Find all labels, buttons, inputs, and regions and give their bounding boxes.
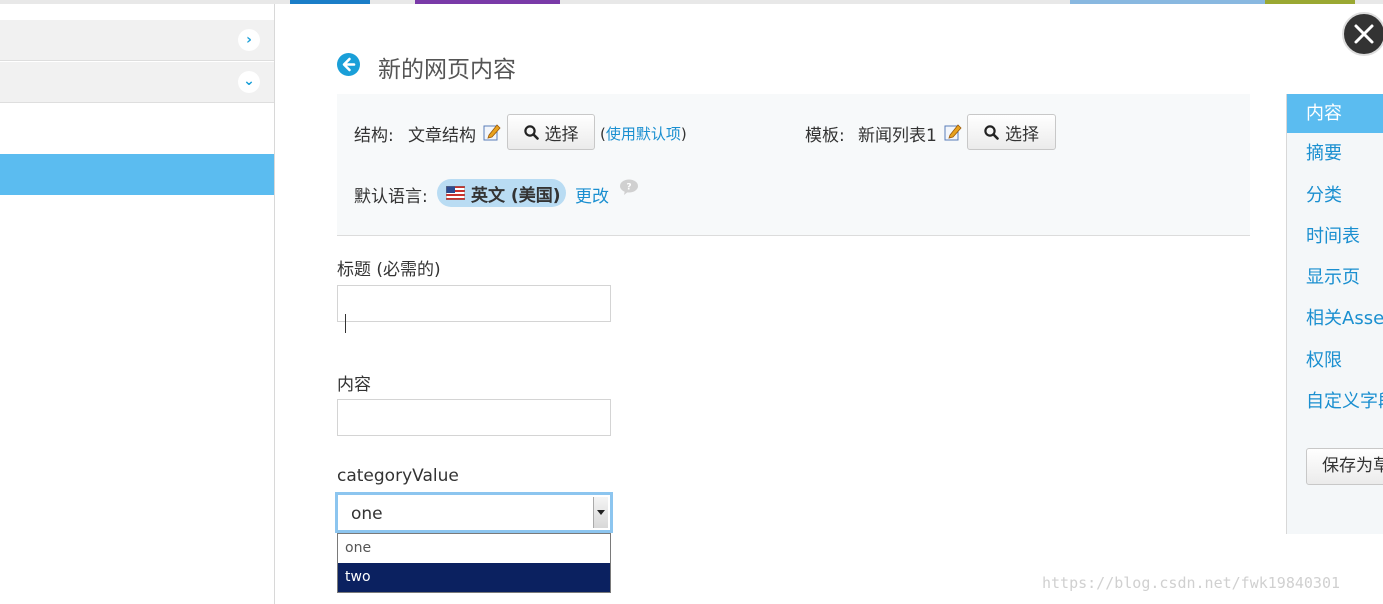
save-draft-button[interactable]: 保存为草稿 bbox=[1306, 448, 1383, 485]
dropdown-option[interactable]: one bbox=[338, 534, 610, 563]
search-icon bbox=[984, 124, 999, 140]
close-icon bbox=[1354, 24, 1374, 44]
language-label: 默认语言: bbox=[354, 187, 428, 207]
left-sidebar: › ⌄ bbox=[0, 4, 275, 604]
dropdown-arrow-icon[interactable] bbox=[593, 497, 608, 528]
page-title: 新的网页内容 bbox=[378, 57, 516, 83]
close-button[interactable] bbox=[1342, 12, 1383, 56]
category-selected-value: one bbox=[351, 504, 383, 524]
language-badge: 英文 (美国) bbox=[437, 179, 566, 207]
chevron-right-icon[interactable]: › bbox=[238, 29, 260, 51]
language-value: 英文 (美国) bbox=[471, 185, 561, 206]
nav-item-custom-fields[interactable]: 自定义字段 bbox=[1287, 382, 1383, 421]
nav-item-display-page[interactable]: 显示页 bbox=[1287, 258, 1383, 297]
nav-item-schedule[interactable]: 时间表 bbox=[1287, 217, 1383, 256]
change-language-link[interactable]: 更改 bbox=[575, 182, 609, 207]
structure-value: 文章结构 bbox=[408, 126, 476, 146]
template-select-button[interactable]: 选择 bbox=[967, 114, 1056, 150]
edit-structure-icon[interactable] bbox=[483, 123, 501, 141]
category-select[interactable]: one bbox=[335, 492, 613, 533]
search-icon bbox=[523, 124, 539, 140]
dropdown-option-highlighted[interactable]: two bbox=[338, 563, 610, 592]
title-input[interactable] bbox=[337, 285, 611, 322]
nav-item-summary[interactable]: 摘要 bbox=[1287, 134, 1383, 173]
sidebar-selected-item[interactable] bbox=[0, 154, 274, 195]
template-label: 模板: bbox=[805, 126, 845, 146]
template-select-label: 选择 bbox=[1005, 124, 1039, 145]
sidebar-expanded-row[interactable]: ⌄ bbox=[0, 62, 274, 103]
chevron-down-icon[interactable]: ⌄ bbox=[238, 71, 260, 93]
structure-select-button[interactable]: 选择 bbox=[507, 114, 595, 150]
category-dropdown-list: one two bbox=[337, 533, 611, 593]
settings-box bbox=[337, 94, 1250, 236]
svg-text:?: ? bbox=[626, 183, 631, 193]
us-flag-icon bbox=[446, 186, 465, 200]
paren-close: ) bbox=[680, 125, 687, 143]
title-label: 标题 (必需的) bbox=[337, 260, 441, 280]
watermark: https://blog.csdn.net/fwk19840301 bbox=[1042, 574, 1341, 592]
help-bubble-icon[interactable]: ? bbox=[619, 179, 639, 200]
right-nav: 内容 摘要 分类 时间表 显示页 相关Asset 权限 自定义字段 保存为草稿 bbox=[1286, 94, 1383, 534]
back-arrow-icon[interactable] bbox=[337, 53, 360, 76]
nav-item-categories[interactable]: 分类 bbox=[1287, 176, 1383, 215]
sidebar-collapsed-row[interactable]: › bbox=[0, 20, 274, 61]
structure-select-label: 选择 bbox=[544, 124, 579, 145]
use-default-link[interactable]: 使用默认项 bbox=[606, 125, 681, 143]
nav-item-permissions[interactable]: 权限 bbox=[1287, 341, 1383, 380]
template-value: 新闻列表1 bbox=[858, 126, 937, 146]
default-link-group: (使用默认项) bbox=[600, 123, 687, 144]
structure-label: 结构: bbox=[354, 126, 394, 146]
category-label: categoryValue bbox=[337, 466, 459, 486]
content-label: 内容 bbox=[337, 375, 371, 395]
edit-template-icon[interactable] bbox=[944, 123, 962, 141]
nav-item-related-assets[interactable]: 相关Asset bbox=[1287, 299, 1383, 338]
content-input[interactable] bbox=[337, 399, 611, 436]
text-cursor bbox=[345, 314, 346, 333]
nav-item-content[interactable]: 内容 bbox=[1287, 94, 1383, 133]
